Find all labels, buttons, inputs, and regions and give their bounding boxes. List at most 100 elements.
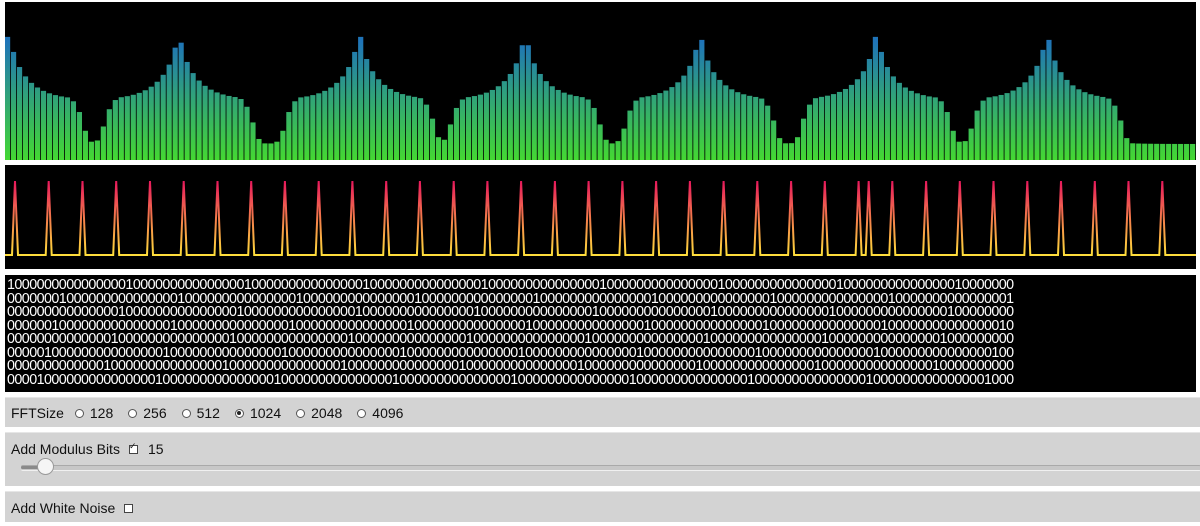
spectrum-bar	[783, 143, 789, 160]
modulus-bits-slider-thumb[interactable]	[36, 458, 54, 475]
spectrum-bar	[190, 73, 196, 160]
spectrum-bar	[214, 92, 220, 160]
spectrum-bar	[118, 97, 124, 160]
spectrum-bar	[884, 67, 890, 160]
spectrum-bar	[1172, 143, 1178, 160]
spectrum-bar	[1064, 79, 1070, 160]
spectrum-bar	[573, 96, 579, 160]
modulus-bits-checkbox[interactable]	[128, 442, 138, 454]
spectrum-bar	[106, 109, 112, 160]
spectrum-bar	[316, 93, 322, 160]
spectrum-bar	[944, 112, 950, 160]
spectrum-bar	[1046, 39, 1052, 160]
spectrum-bar	[370, 71, 376, 160]
spectrum-bar	[501, 81, 507, 160]
spectrum-bar	[471, 96, 477, 160]
spectrum-bar	[1154, 143, 1160, 160]
spectrum-bar	[543, 81, 549, 160]
spectrum-bar	[687, 65, 693, 160]
spectrum-bar	[567, 94, 573, 160]
spectrum-bar	[400, 94, 406, 160]
spectrum-bar	[1052, 60, 1058, 161]
spectrum-bar	[818, 96, 825, 160]
spectrum-bar	[405, 95, 412, 160]
fft-size-radio-2048[interactable]	[296, 408, 306, 418]
spectrum-bar	[795, 137, 801, 160]
spectrum-bar	[340, 76, 346, 160]
spectrum-bar	[777, 138, 783, 160]
spectrum-bar	[854, 79, 861, 160]
spectrum-bar	[208, 89, 214, 160]
spectrum-bar	[328, 87, 334, 160]
spectrum-bar	[100, 126, 106, 160]
spectrum-bar	[507, 73, 513, 160]
spectrum-bar	[238, 99, 244, 160]
spectrum-bar	[1022, 82, 1028, 160]
spectrum-bar	[753, 96, 759, 160]
fft-size-radio-256[interactable]	[128, 408, 138, 418]
spectrum-bar	[992, 96, 998, 160]
spectrum-bar	[1106, 98, 1112, 160]
spectrum-bar	[723, 85, 729, 160]
spectrum-bar	[920, 95, 926, 160]
fft-size-radio-512[interactable]	[181, 408, 191, 418]
spectrum-bar	[5, 36, 11, 161]
spectrum-bar	[896, 82, 902, 160]
spectrum-bar	[16, 67, 23, 160]
spectrum-bar	[669, 87, 675, 160]
spectrum-bar	[938, 101, 944, 160]
spectrum-bar	[519, 45, 525, 160]
spectrum-bar	[681, 75, 687, 160]
spectrum-bar	[411, 96, 418, 160]
spectrum-bar	[64, 97, 71, 160]
spectrum-bar	[1148, 143, 1154, 160]
spectrum-bar	[417, 98, 424, 160]
spectrum-bar	[310, 95, 316, 160]
spectrum-bar	[705, 60, 711, 161]
spectrum-bar	[154, 81, 160, 160]
spectrum-bar	[435, 137, 442, 160]
fft-size-radio-4096[interactable]	[357, 408, 367, 418]
spectrum-bar	[88, 141, 94, 160]
spectrum-bar	[932, 97, 938, 160]
spectrum-bar	[1034, 65, 1040, 160]
bit-stream-display: 1000000000000000100000000000000010000000…	[5, 275, 1196, 392]
white-noise-checkbox[interactable]	[124, 503, 134, 513]
spectrum-bar	[274, 141, 280, 160]
fft-size-radio-128[interactable]	[74, 408, 84, 418]
spectrum-bar	[800, 118, 807, 160]
spectrum-bar	[1130, 143, 1136, 160]
spectrum-bar	[956, 141, 962, 160]
spectrum-bar	[465, 97, 472, 160]
spectrum-bar	[735, 92, 741, 160]
spectrum-bar	[124, 96, 130, 160]
spectrum-bar	[376, 79, 382, 160]
spectrum-bar	[453, 107, 460, 160]
spectrum-bar	[513, 63, 519, 161]
waveform-display	[5, 165, 1196, 269]
spectrum-bar	[286, 112, 292, 160]
spectrum-bar	[1118, 120, 1124, 160]
spectrum-bar	[561, 92, 567, 160]
modulus-bits-slider-track[interactable]	[21, 465, 1200, 471]
spectrum-display	[5, 2, 1196, 161]
spectrum-bar	[1178, 143, 1184, 160]
spectrum-bar	[322, 90, 328, 160]
spectrum-bar	[902, 87, 908, 160]
spectrum-bar	[914, 93, 920, 160]
spectrum-bar	[142, 90, 148, 160]
spectrum-bar	[585, 99, 591, 160]
spectrum-bar	[441, 139, 448, 160]
spectrum-bar	[609, 143, 615, 160]
spectrum-bar	[298, 97, 304, 160]
spectrum-bar	[459, 99, 466, 160]
fft-size-radio-1024[interactable]	[234, 408, 244, 418]
spectrum-bar	[1028, 75, 1034, 160]
spectrum-bar	[771, 120, 777, 160]
spectrum-bar	[890, 76, 896, 160]
spectrum-bar	[711, 72, 717, 160]
spectrum-bar	[663, 90, 669, 160]
spectrum-bar	[358, 36, 364, 161]
spectrum-bar	[70, 101, 77, 160]
spectrum-bar	[633, 100, 639, 160]
